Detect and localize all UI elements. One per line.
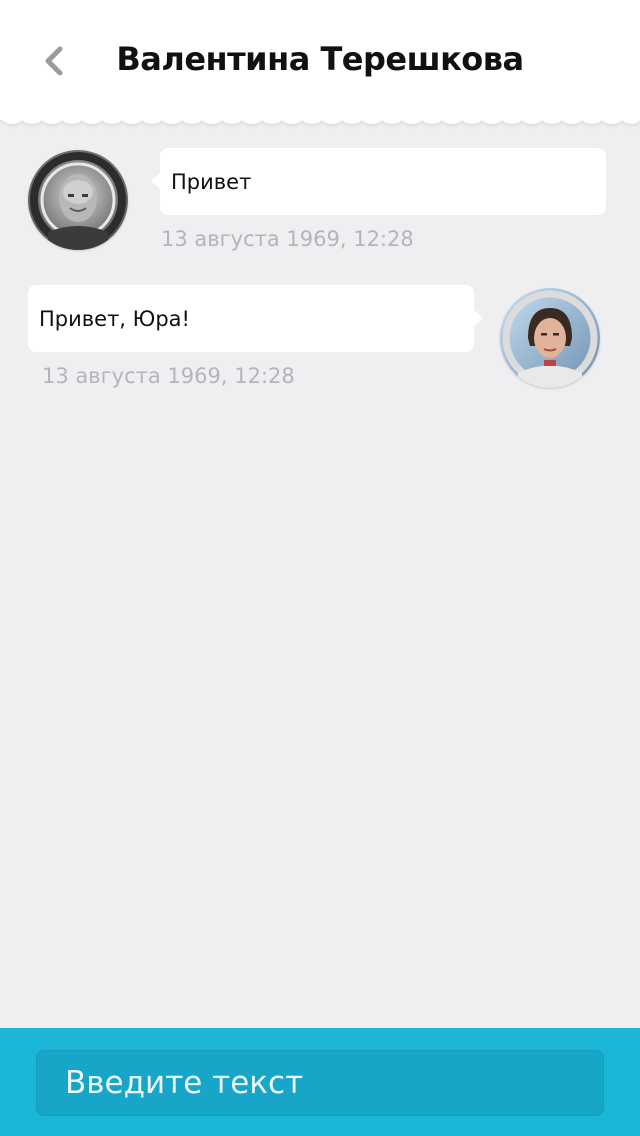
message-timestamp: 13 августа 1969, 12:28 [161,227,414,251]
avatar[interactable] [500,288,600,388]
message-text: Привет [171,169,252,194]
message-text: Привет, Юра! [39,306,190,331]
message-bubble: Привет [151,148,606,215]
header-wave-divider [0,112,640,124]
avatar[interactable] [28,150,128,250]
message-input[interactable] [36,1050,604,1116]
composer-bar [0,1028,640,1136]
chevron-left-icon [45,46,63,76]
header-bar: Валентина Терешкова [0,0,640,118]
back-button[interactable] [30,38,76,84]
astronaut-portrait-icon [28,150,128,250]
page-title: Валентина Терешкова [116,40,524,78]
message-bubble: Привет, Юра! [28,285,483,352]
message-timestamp: 13 августа 1969, 12:28 [42,364,295,388]
astronaut-portrait-icon [500,288,600,388]
